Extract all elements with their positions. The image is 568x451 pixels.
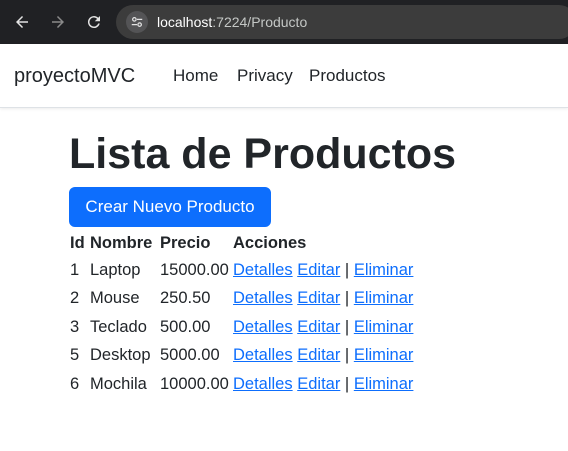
action-separator: | <box>344 289 350 308</box>
nav-home-link[interactable]: Home <box>173 66 218 86</box>
edit-link[interactable]: Editar <box>297 375 340 393</box>
edit-link[interactable]: Editar <box>297 261 340 279</box>
cell-id: 5 <box>70 346 80 365</box>
cell-precio: 15000.00 <box>160 260 229 279</box>
details-link[interactable]: Detalles <box>233 289 293 307</box>
brand-link[interactable]: proyectoMVC <box>14 64 135 88</box>
forward-arrow-icon[interactable] <box>44 8 72 36</box>
delete-link[interactable]: Eliminar <box>354 318 414 336</box>
delete-link[interactable]: Eliminar <box>354 261 414 279</box>
cell-nombre: Mochila <box>90 374 147 393</box>
edit-link[interactable]: Editar <box>297 346 340 364</box>
reload-icon[interactable] <box>80 8 108 36</box>
cell-id: 2 <box>70 289 80 308</box>
details-link[interactable]: Detalles <box>233 346 293 364</box>
delete-link[interactable]: Eliminar <box>354 289 414 307</box>
table-row: 1 Laptop 15000.00 Detalles Editar | Elimina… <box>69 256 415 285</box>
cell-acciones: Detalles Editar | Eliminar <box>231 313 415 342</box>
url-text[interactable]: localhost:7224/Producto <box>157 13 307 31</box>
header-nombre: Nombre <box>90 233 153 252</box>
nav-privacy-link[interactable]: Privacy <box>237 66 293 86</box>
details-link[interactable]: Detalles <box>233 261 293 279</box>
cell-precio: 250.50 <box>160 289 211 308</box>
cell-precio: 500.00 <box>160 317 211 336</box>
table-row: 5 Desktop 5000.00 Detalles Editar | Elimina… <box>69 342 415 371</box>
header-acciones: Acciones <box>233 233 307 252</box>
table-header-row: Id Nombre Precio Acciones <box>69 230 415 256</box>
table-row: 6 Mochila 10000.00 Detalles Editar | Elimin… <box>69 370 415 399</box>
delete-link[interactable]: Eliminar <box>354 346 414 364</box>
cell-acciones: Detalles Editar | Eliminar <box>231 256 415 285</box>
cell-nombre: Desktop <box>90 346 151 365</box>
url-host: localhost <box>157 14 213 30</box>
cell-nombre: Mouse <box>90 289 140 308</box>
back-arrow-icon[interactable] <box>8 8 36 36</box>
products-table: Id Nombre Precio Acciones 1 Laptop 15000.0… <box>69 230 415 399</box>
header-precio: Precio <box>160 233 211 252</box>
table-row: 2 Mouse 250.50 Detalles Editar | Eliminar <box>69 285 415 314</box>
create-product-button[interactable]: Crear Nuevo Producto <box>69 187 271 227</box>
action-separator: | <box>344 346 350 365</box>
action-separator: | <box>344 374 350 393</box>
action-separator: | <box>344 260 350 279</box>
cell-id: 1 <box>70 260 80 279</box>
url-path: :7224/Producto <box>212 14 308 30</box>
edit-link[interactable]: Editar <box>297 289 340 307</box>
cell-nombre: Laptop <box>90 260 141 279</box>
cell-id: 3 <box>70 317 80 336</box>
cell-precio: 5000.00 <box>160 346 220 365</box>
nav-productos-link[interactable]: Productos <box>309 66 386 86</box>
action-separator: | <box>344 317 350 336</box>
browser-toolbar: localhost:7224/Producto <box>0 0 568 44</box>
details-link[interactable]: Detalles <box>233 375 293 393</box>
cell-acciones: Detalles Editar | Eliminar <box>231 370 415 399</box>
cell-acciones: Detalles Editar | Eliminar <box>231 342 415 371</box>
cell-id: 6 <box>70 374 80 393</box>
table-body: 1 Laptop 15000.00 Detalles Editar | Elimina… <box>69 256 415 399</box>
page-title: Lista de Productos <box>69 130 457 178</box>
edit-link[interactable]: Editar <box>297 318 340 336</box>
address-bar[interactable]: localhost:7224/Producto <box>116 5 568 39</box>
header-id: Id <box>70 233 85 252</box>
app-navbar: proyectoMVC Home Privacy Productos <box>0 44 568 108</box>
delete-link[interactable]: Eliminar <box>354 375 414 393</box>
cell-nombre: Teclado <box>90 317 147 336</box>
site-info-icon[interactable] <box>126 11 148 33</box>
details-link[interactable]: Detalles <box>233 318 293 336</box>
table-row: 3 Teclado 500.00 Detalles Editar | Eliminar <box>69 313 415 342</box>
cell-acciones: Detalles Editar | Eliminar <box>231 285 415 314</box>
cell-precio: 10000.00 <box>160 374 229 393</box>
